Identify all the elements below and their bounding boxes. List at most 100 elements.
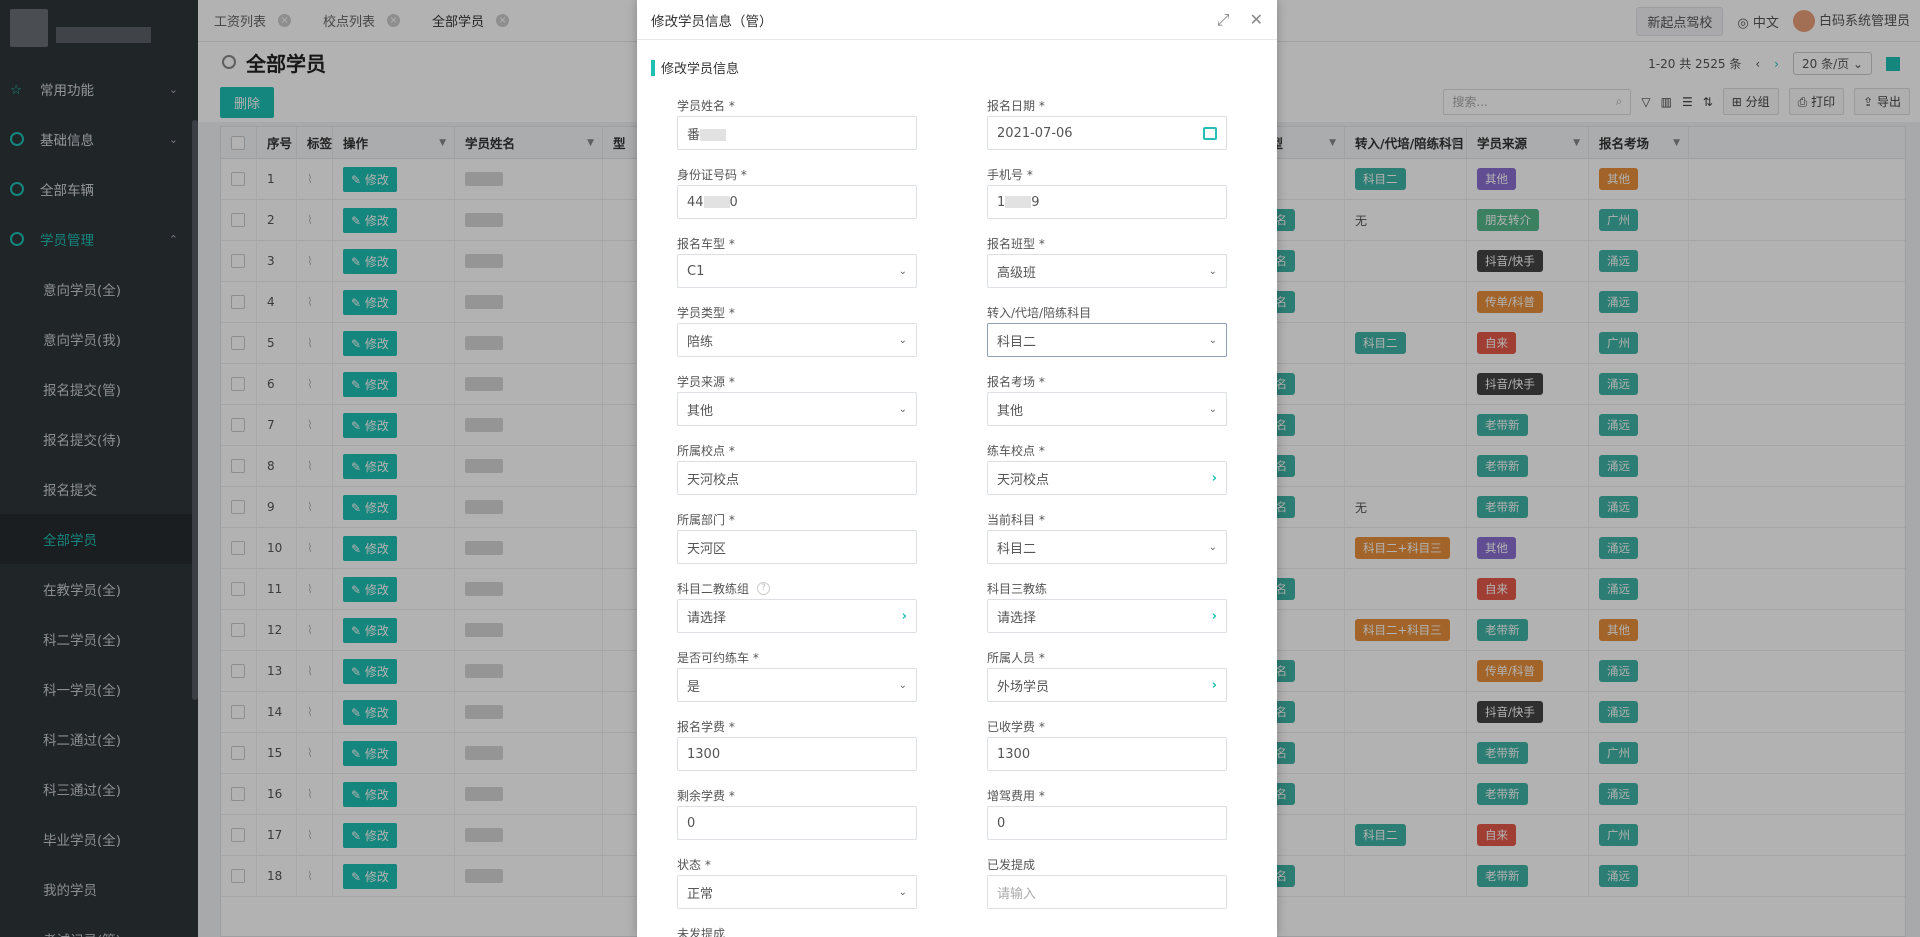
help-icon[interactable]: ? <box>757 581 771 595</box>
field-label-text: 报名日期 * <box>987 98 1045 113</box>
select-field[interactable]: 科目二 ⌄ <box>987 323 1227 357</box>
field-value: 2021-07-06 <box>997 125 1073 141</box>
field-label: 报名学费 * <box>677 715 987 737</box>
picker-field[interactable]: 天河校点 › <box>987 461 1227 495</box>
text-field[interactable]: 天河校点 <box>677 461 917 495</box>
field-label: 所属人员 * <box>987 646 1237 668</box>
field-label: 学员来源 * <box>677 370 987 392</box>
field-content: 科目二 <box>997 331 1036 350</box>
form-field: 转入/代培/陪练科目 科目二 ⌄ <box>987 301 1237 370</box>
field-label-text: 已收学费 * <box>987 719 1045 734</box>
field-label: 身份证号码 * <box>677 163 987 185</box>
text-field[interactable]: 天河区 <box>677 530 917 564</box>
text-field[interactable]: 番 <box>677 116 917 150</box>
text-field[interactable]: 请输入 <box>987 875 1227 909</box>
field-label-text: 练车校点 * <box>987 443 1045 458</box>
field-label: 学员姓名 * <box>677 94 987 116</box>
field-content: 天河校点 <box>687 469 739 488</box>
field-label-text: 学员姓名 * <box>677 98 735 113</box>
form-row: 学员来源 * 其他 ⌄ 报名考场 * 其他 ⌄ <box>677 370 1237 439</box>
field-content: 其他 <box>687 400 713 419</box>
field-value: 1 <box>997 194 1006 210</box>
text-field[interactable]: 1300 <box>677 737 917 771</box>
field-label: 转入/代培/陪练科目 <box>987 301 1237 323</box>
form-row: 所属部门 * 天河区 当前科目 * 科目二 ⌄ <box>677 508 1237 577</box>
field-value: 正常 <box>687 886 714 902</box>
form-row: 剩余学费 * 0 增驾费用 * 0 <box>677 784 1237 853</box>
redacted-text <box>703 196 730 208</box>
field-label: 报名日期 * <box>987 94 1237 116</box>
picker-field[interactable]: 外场学员 › <box>987 668 1227 702</box>
field-label-text: 报名车型 * <box>677 236 735 251</box>
field-label: 剩余学费 * <box>677 784 987 806</box>
field-label-text: 未发提成 <box>677 926 726 937</box>
field-label: 报名班型 * <box>987 232 1237 254</box>
field-content: 正常 <box>687 883 713 902</box>
field-label-text: 增驾费用 * <box>987 788 1045 803</box>
chevron-down-icon: ⌄ <box>1208 403 1217 415</box>
field-label-text: 身份证号码 * <box>677 167 747 182</box>
form-field: 报名班型 * 高级班 ⌄ <box>987 232 1237 301</box>
field-label: 已收学费 * <box>987 715 1237 737</box>
field-content: 19 <box>997 195 1040 210</box>
field-value: 其他 <box>997 403 1024 419</box>
select-field[interactable]: 高级班 ⌄ <box>987 254 1227 288</box>
close-icon[interactable]: ✕ <box>1250 10 1263 30</box>
field-value: 高级班 <box>997 265 1037 281</box>
text-field[interactable]: 0 <box>987 806 1227 840</box>
select-field[interactable]: C1 ⌄ <box>677 254 917 288</box>
form-field: 学员类型 * 陪练 ⌄ <box>677 301 987 370</box>
text-field[interactable]: 19 <box>987 185 1227 219</box>
field-content: 1300 <box>997 747 1030 762</box>
field-label: 报名车型 * <box>677 232 987 254</box>
form-field: 练车校点 * 天河校点 › <box>987 439 1237 508</box>
field-value: 0 <box>997 815 1006 831</box>
section-label: 修改学员信息 <box>661 62 740 77</box>
text-field[interactable]: 1300 <box>987 737 1227 771</box>
text-field[interactable]: 0 <box>677 806 917 840</box>
field-label-text: 当前科目 * <box>987 512 1045 527</box>
chevron-down-icon: ⌄ <box>1208 265 1217 277</box>
fullscreen-icon[interactable]: ⤢ <box>1217 10 1230 30</box>
select-field[interactable]: 其他 ⌄ <box>987 392 1227 426</box>
field-label: 状态 * <box>677 853 987 875</box>
field-label: 练车校点 * <box>987 439 1237 461</box>
field-label-text: 报名考场 * <box>987 374 1045 389</box>
form-row: 学员姓名 * 番 报名日期 * 2021-07-06 <box>677 94 1237 163</box>
text-field[interactable]: 44 0 <box>677 185 917 219</box>
field-content: 天河校点 <box>997 469 1049 488</box>
field-content: 请输入 <box>997 883 1036 902</box>
edit-student-modal: 修改学员信息（管） ⤢ ✕ 修改学员信息 学员姓名 * 番 报名日期 * 2021-0… <box>637 0 1277 937</box>
picker-field[interactable]: 请选择 › <box>677 599 917 633</box>
form-row: 是否可约练车 * 是 ⌄ 所属人员 * 外场学员 › <box>677 646 1237 715</box>
field-value: 1300 <box>997 746 1031 762</box>
form-field: 是否可约练车 * 是 ⌄ <box>677 646 987 715</box>
form-row: 科目二教练组? 请选择 › 科目三教练 请选择 › <box>677 577 1237 646</box>
select-field[interactable]: 其他 ⌄ <box>677 392 917 426</box>
form-field: 剩余学费 * 0 <box>677 784 987 853</box>
field-label: 当前科目 * <box>987 508 1237 530</box>
field-content: 外场学员 <box>997 676 1049 695</box>
select-field[interactable]: 科目二 ⌄ <box>987 530 1227 564</box>
field-value: 请选择 <box>687 610 727 626</box>
select-field[interactable]: 是 ⌄ <box>677 668 917 702</box>
form-row: 所属校点 * 天河校点 练车校点 * 天河校点 › <box>677 439 1237 508</box>
form-field: 已发提成请输入 <box>987 853 1237 922</box>
date-field[interactable]: 2021-07-06 <box>987 116 1227 150</box>
field-label-text: 已发提成 <box>987 857 1036 872</box>
select-field[interactable]: 陪练 ⌄ <box>677 323 917 357</box>
calendar-icon[interactable] <box>1203 126 1217 140</box>
field-value-suffix: 0 <box>729 194 738 210</box>
form-field: 增驾费用 * 0 <box>987 784 1237 853</box>
field-value: 科目二 <box>997 334 1037 350</box>
chevron-down-icon: ⌄ <box>898 679 907 691</box>
field-content: 天河区 <box>687 538 726 557</box>
form-row: 报名学费 * 1300 已收学费 * 1300 <box>677 715 1237 784</box>
form-field: 所属部门 * 天河区 <box>677 508 987 577</box>
field-label: 学员类型 * <box>677 301 987 323</box>
picker-field[interactable]: 请选择 › <box>987 599 1227 633</box>
field-value: C1 <box>687 263 705 279</box>
select-field[interactable]: 正常 ⌄ <box>677 875 917 909</box>
field-label-text: 科目三教练 <box>987 581 1048 596</box>
field-value: 1300 <box>687 746 721 762</box>
